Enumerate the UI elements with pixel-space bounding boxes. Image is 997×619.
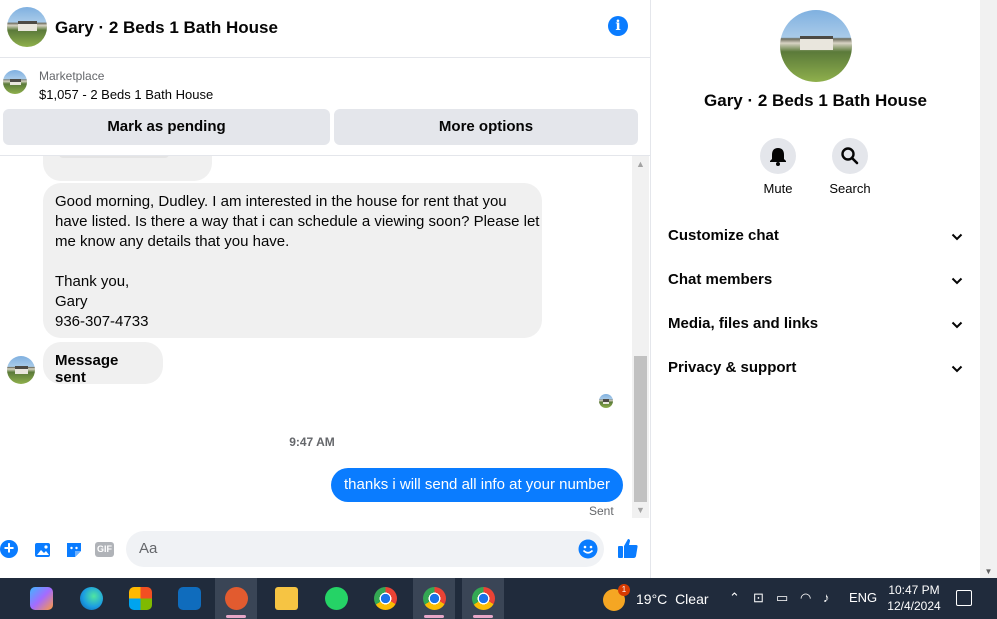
- chat-title[interactable]: Gary · 2 Beds 1 Bath House: [55, 18, 278, 38]
- mute-button[interactable]: Mute: [748, 138, 808, 196]
- delivery-status: Sent: [589, 504, 614, 518]
- taskbar: 1 19°C Clear ⌃ ⊡ ▭ ◠ ♪ ENG 10:47 PM 12/4…: [0, 578, 997, 619]
- info-icon[interactable]: i: [608, 16, 628, 36]
- chrome-app[interactable]: [364, 578, 406, 619]
- marketplace-label: Marketplace: [39, 69, 105, 83]
- composer: + GIF Aa: [0, 526, 650, 572]
- chat-members-row[interactable]: Chat members: [668, 271, 968, 291]
- pinned-app[interactable]: [215, 578, 257, 619]
- message-sent-notice: Message sent: [43, 342, 163, 386]
- copilot-icon: [30, 587, 53, 610]
- incoming-message-bubble[interactable]: Good morning, Dudley. I am interested in…: [43, 183, 542, 338]
- chevron-down-icon: [951, 233, 963, 241]
- app-icon: [225, 587, 248, 610]
- message-timestamp: 9:47 AM: [289, 435, 335, 449]
- chat-scrollbar[interactable]: ▲ ▼: [632, 156, 649, 518]
- outlook-app[interactable]: [168, 578, 210, 619]
- message-list: Good morning, Dudley. I am interested in…: [0, 156, 632, 518]
- file-explorer-app[interactable]: [265, 578, 307, 619]
- chevron-down-icon: [951, 277, 963, 285]
- listing-title: $1,057 - 2 Beds 1 Bath House: [39, 87, 214, 102]
- media-files-links-row[interactable]: Media, files and links: [668, 315, 968, 335]
- previous-message-bubble: [43, 156, 212, 181]
- chat-header: Gary · 2 Beds 1 Bath House i: [0, 0, 650, 58]
- message-line: 936-307-4733: [55, 313, 149, 330]
- weather-condition: Clear: [675, 591, 709, 607]
- read-receipt-avatar: [599, 394, 613, 408]
- whatsapp-icon: [325, 587, 348, 610]
- profile-avatar[interactable]: [780, 10, 852, 82]
- house-avatar[interactable]: [7, 7, 47, 47]
- scroll-down-arrow-icon[interactable]: ▼: [632, 502, 649, 518]
- wifi-icon[interactable]: ◠: [800, 590, 811, 606]
- clock[interactable]: 10:47 PM 12/4/2024: [884, 582, 944, 614]
- emoji-icon[interactable]: [578, 539, 598, 559]
- sender-avatar[interactable]: [7, 356, 35, 384]
- page-scrollbar[interactable]: ▼: [980, 0, 997, 578]
- outgoing-message-bubble[interactable]: thanks i will send all info at your numb…: [331, 468, 623, 502]
- clock-time: 10:47 PM: [888, 583, 940, 597]
- marketplace-banner[interactable]: Marketplace $1,057 - 2 Beds 1 Bath House: [0, 59, 650, 109]
- store-icon: [129, 587, 152, 610]
- privacy-support-row[interactable]: Privacy & support: [668, 359, 968, 379]
- clock-date: 12/4/2024: [887, 599, 941, 613]
- volume-icon[interactable]: ♪: [823, 590, 830, 605]
- photo-icon[interactable]: [33, 540, 53, 560]
- message-line: me know any details that you have.: [55, 233, 290, 250]
- scroll-up-arrow-icon[interactable]: ▲: [632, 156, 649, 172]
- message-line: [55, 252, 530, 272]
- panel-title: Gary · 2 Beds 1 Bath House: [704, 91, 927, 110]
- message-line: have listed. Is there a way that i can s…: [55, 213, 540, 230]
- thumbs-up-icon[interactable]: [617, 537, 639, 559]
- chevron-down-icon: [951, 365, 963, 373]
- message-line: Gary: [55, 293, 88, 310]
- messenger-window: Gary · 2 Beds 1 Bath House i Marketplace…: [0, 0, 997, 578]
- chrome-profile-app[interactable]: [413, 578, 455, 619]
- whatsapp-app[interactable]: [315, 578, 357, 619]
- customize-chat-row[interactable]: Customize chat: [668, 227, 968, 247]
- plus-icon[interactable]: +: [0, 539, 18, 558]
- weather-badge: 1: [618, 584, 630, 596]
- message-input[interactable]: Aa: [126, 531, 604, 567]
- scroll-thumb[interactable]: [634, 356, 647, 502]
- chevron-down-icon: [951, 321, 963, 329]
- chrome-icon: [472, 587, 495, 610]
- section-label: Chat members: [668, 271, 773, 288]
- mark-as-pending-button[interactable]: Mark as pending: [3, 109, 330, 145]
- listing-thumbnail: [3, 70, 27, 94]
- more-options-button[interactable]: More options: [334, 109, 638, 145]
- search-button[interactable]: Search: [820, 138, 880, 196]
- search-icon: [832, 138, 868, 174]
- notifications-icon[interactable]: [956, 590, 972, 606]
- gif-icon[interactable]: GIF: [95, 542, 114, 557]
- edge-app[interactable]: [70, 578, 112, 619]
- scroll-down-arrow-icon[interactable]: ▼: [980, 567, 997, 576]
- language-indicator[interactable]: ENG: [849, 590, 877, 605]
- message-line: Thank you,: [55, 273, 130, 290]
- section-label: Privacy & support: [668, 359, 797, 376]
- chrome-profile-app[interactable]: [462, 578, 504, 619]
- meet-icon[interactable]: ⊡: [753, 590, 764, 606]
- weather-temp: 19°C: [636, 591, 668, 607]
- chat-pane: Gary · 2 Beds 1 Bath House i Marketplace…: [0, 0, 651, 578]
- weather-widget[interactable]: 1 19°C Clear: [603, 584, 723, 611]
- mute-label: Mute: [763, 181, 793, 196]
- message-line: Good morning, Dudley. I am interested in…: [55, 193, 507, 210]
- outlook-icon: [178, 587, 201, 610]
- bell-icon: [760, 138, 796, 174]
- battery-icon[interactable]: ▭: [776, 590, 788, 606]
- chevron-up-icon[interactable]: ⌃: [729, 590, 740, 606]
- copilot-app[interactable]: [20, 578, 62, 619]
- chrome-icon: [374, 587, 397, 610]
- sticker-icon[interactable]: [64, 540, 84, 560]
- folder-icon: [275, 587, 298, 610]
- section-label: Customize chat: [668, 227, 779, 244]
- search-label: Search: [829, 181, 871, 196]
- edge-icon: [80, 587, 103, 610]
- chrome-icon: [423, 587, 446, 610]
- store-app[interactable]: [119, 578, 161, 619]
- section-label: Media, files and links: [668, 315, 819, 332]
- chat-info-panel: Gary · 2 Beds 1 Bath House Mute Search C…: [651, 0, 980, 578]
